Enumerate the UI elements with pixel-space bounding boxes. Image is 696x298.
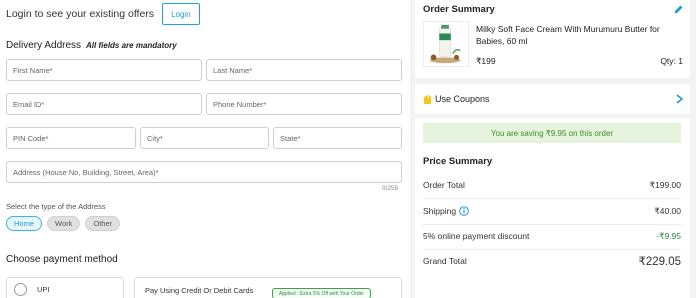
state-field[interactable]	[273, 127, 402, 149]
grand-total-label: Grand Total	[423, 256, 467, 266]
use-coupons-label: Use Coupons	[435, 94, 490, 104]
first-name-input[interactable]	[7, 60, 201, 81]
grand-total-row: Grand Total ₹229.05	[423, 256, 681, 268]
first-name-field[interactable]	[6, 59, 202, 81]
price-label: Order Total	[423, 180, 465, 190]
login-button[interactable]: Login	[162, 3, 200, 25]
order-summary-title: Order Summary	[423, 4, 495, 15]
divider	[423, 198, 681, 199]
address-field[interactable]	[6, 161, 402, 183]
price-value: ₹40.00	[654, 206, 681, 216]
pin-code-field[interactable]	[6, 127, 136, 149]
address-input[interactable]	[7, 162, 401, 183]
payment-option-upi[interactable]: UPI	[6, 277, 124, 298]
radio-icon[interactable]	[14, 283, 27, 296]
payment-title: Choose payment method	[6, 254, 118, 265]
mandatory-note: All fields are mandatory	[86, 41, 177, 50]
state-input[interactable]	[274, 128, 401, 149]
chevron-right-icon[interactable]	[675, 94, 684, 104]
phone-field[interactable]	[206, 93, 402, 115]
address-type-home[interactable]: Home	[6, 216, 43, 231]
upi-label: UPI	[37, 285, 50, 294]
phone-input[interactable]	[207, 94, 401, 115]
payment-option-card[interactable]: Pay Using Credit Or Debit Cards Applied …	[134, 277, 402, 298]
pin-code-input[interactable]	[7, 128, 135, 149]
grand-total-value: ₹229.05	[638, 256, 682, 268]
product-name: Milky Soft Face Cream With Murumuru Butt…	[476, 24, 660, 46]
product-price: ₹199	[476, 56, 496, 66]
card-label: Pay Using Credit Or Debit Cards	[145, 286, 254, 295]
price-row-discount: 5% online payment discount -₹9.95	[423, 231, 681, 243]
checkout-form: Login to see your existing offers Login …	[0, 0, 410, 298]
address-type-work[interactable]: Work	[47, 216, 81, 231]
price-value: -₹9.95	[656, 231, 681, 241]
price-label: 5% online payment discount	[423, 231, 530, 241]
savings-banner: You are saving ₹9.95 on this order	[423, 123, 681, 143]
price-value: ₹199.00	[649, 180, 681, 190]
login-prompt: Login to see your existing offers	[6, 8, 155, 20]
info-icon[interactable]	[459, 206, 469, 216]
login-row: Login to see your existing offers Login	[6, 3, 200, 25]
order-sidebar: Order Summary Milky Soft Face Cream With…	[415, 0, 690, 298]
order-summary-card: Order Summary Milky Soft Face Cream With…	[415, 0, 690, 78]
city-input[interactable]	[141, 128, 268, 149]
price-row-order-total: Order Total ₹199.00	[423, 180, 681, 192]
last-name-field[interactable]	[206, 59, 402, 81]
address-type-label: Select the type of the Address	[6, 202, 106, 211]
use-coupons-row[interactable]: Use Coupons	[415, 84, 690, 114]
divider	[423, 249, 681, 250]
price-summary-title: Price Summary	[423, 156, 493, 167]
address-type-other[interactable]: Other	[85, 216, 121, 231]
email-input[interactable]	[7, 94, 201, 115]
price-label-shipping: Shipping	[423, 206, 469, 216]
city-field[interactable]	[140, 127, 269, 149]
address-type-chips: Home Work Other	[6, 216, 121, 231]
delivery-title: Delivery Address All fields are mandatory	[6, 40, 177, 51]
price-row-shipping: Shipping ₹40.00	[423, 206, 681, 218]
coupon-icon	[424, 95, 431, 104]
product-qty: Qty: 1	[660, 56, 683, 66]
applied-offer-badge: Applied : Extra 5% Off with Your Order	[272, 288, 371, 298]
email-field[interactable]	[6, 93, 202, 115]
price-summary-card: You are saving ₹9.95 on this order Price…	[415, 118, 690, 298]
last-name-input[interactable]	[207, 60, 401, 81]
edit-icon[interactable]	[674, 4, 684, 14]
divider	[423, 224, 681, 225]
product-thumbnail	[423, 21, 469, 67]
char-counter: 0/255	[382, 185, 399, 192]
